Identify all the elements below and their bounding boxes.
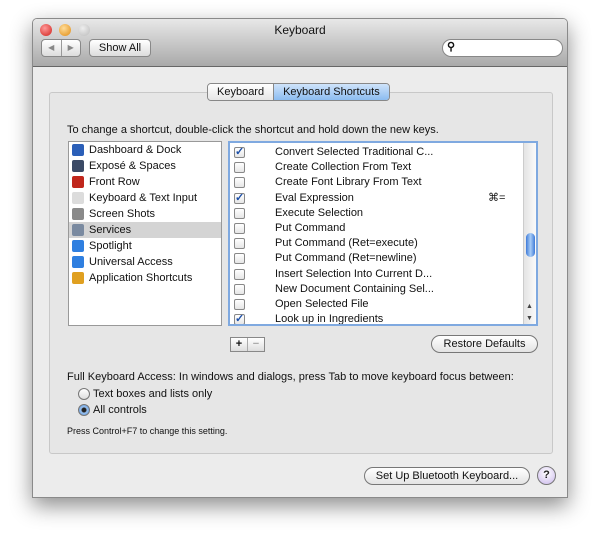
shortcuts-panel: To change a shortcut, double-click the s… xyxy=(49,92,553,454)
shortcut-row[interactable]: Put Command (Ret=execute) xyxy=(230,236,524,251)
shortcut-row[interactable]: ✓ Convert Selected Traditional C... xyxy=(230,145,524,160)
nav-buttons: ◀ ▶ xyxy=(41,39,81,57)
shortcut-label: Execute Selection xyxy=(275,206,364,219)
category-label: Screen Shots xyxy=(89,208,156,220)
radio-all-controls[interactable]: All controls xyxy=(78,404,147,417)
shortcut-label: Create Font Library From Text xyxy=(275,176,422,189)
shortcut-checkbox[interactable] xyxy=(234,253,245,265)
shortcut-list[interactable]: ✓ Convert Selected Traditional C... Create… xyxy=(228,141,538,326)
add-remove-buttons: + − xyxy=(230,337,265,352)
shortcut-row[interactable]: New Document Containing Sel... xyxy=(230,282,524,297)
shortcut-label: Eval Expression xyxy=(275,191,354,204)
search-icon: ⚲ xyxy=(447,41,456,53)
shortcut-checkbox[interactable] xyxy=(234,268,245,280)
scroll-down-arrow-icon[interactable]: ▼ xyxy=(526,315,533,322)
tab-keyboard[interactable]: Keyboard xyxy=(208,84,275,100)
remove-button[interactable]: − xyxy=(248,338,264,351)
shortcut-checkbox[interactable] xyxy=(234,238,245,250)
front-row-icon xyxy=(72,176,84,188)
shortcut-label: Put Command (Ret=newline) xyxy=(275,252,417,265)
keyboard-window: Keyboard ◀ ▶ Show All ⚲ Keyboard Keyboar… xyxy=(32,18,568,498)
help-button[interactable]: ? xyxy=(537,466,556,485)
universal-access-icon xyxy=(72,256,84,268)
fka-hint: Press Control+F7 to change this setting. xyxy=(67,426,228,436)
shortcut-label: Put Command xyxy=(275,221,346,234)
instruction-text: To change a shortcut, double-click the s… xyxy=(67,124,439,136)
shortcut-label: New Document Containing Sel... xyxy=(275,282,434,295)
app-shortcuts-icon xyxy=(72,272,84,284)
shortcut-checkbox[interactable] xyxy=(234,222,245,234)
search-field[interactable]: ⚲ xyxy=(442,39,563,57)
shortcut-key[interactable]: ⌘= xyxy=(488,191,505,206)
category-item[interactable]: Exposé & Spaces xyxy=(69,158,221,174)
category-label: Exposé & Spaces xyxy=(89,160,176,172)
add-button[interactable]: + xyxy=(231,338,248,351)
radio-label: All controls xyxy=(93,404,147,416)
category-label: Keyboard & Text Input xyxy=(89,192,198,204)
shortcut-label: Create Collection From Text xyxy=(275,161,412,174)
shortcut-label: Convert Selected Traditional C... xyxy=(275,146,434,158)
shortcut-checkbox[interactable] xyxy=(234,207,245,219)
radio-label: Text boxes and lists only xyxy=(93,388,213,400)
shortcut-row[interactable]: Create Collection From Text xyxy=(230,160,524,175)
shortcut-label: Insert Selection Into Current D... xyxy=(275,267,433,280)
scroll-up-arrow-icon[interactable]: ▲ xyxy=(526,303,533,310)
shortcut-label: Put Command (Ret=execute) xyxy=(275,237,418,250)
radio-button[interactable] xyxy=(78,404,90,417)
shortcut-row[interactable]: Create Font Library From Text xyxy=(230,175,524,190)
scrollbar[interactable]: ▲ ▼ xyxy=(523,143,536,324)
bluetooth-keyboard-button[interactable]: Set Up Bluetooth Keyboard... xyxy=(364,467,530,485)
tab-bar: Keyboard Keyboard Shortcuts xyxy=(207,83,390,101)
shortcut-checkbox[interactable]: ✓ xyxy=(234,147,245,158)
category-list[interactable]: Dashboard & Dock Exposé & Spaces Front Row… xyxy=(68,141,222,326)
category-item[interactable]: Spotlight xyxy=(69,238,221,254)
category-item[interactable]: Screen Shots xyxy=(69,206,221,222)
category-label: Spotlight xyxy=(89,240,132,252)
shortcut-row[interactable]: Put Command xyxy=(230,221,524,236)
category-item[interactable]: Dashboard & Dock xyxy=(69,142,221,158)
shortcut-checkbox[interactable]: ✓ xyxy=(234,192,245,204)
screenshot-icon xyxy=(72,208,84,220)
scrollbar-thumb[interactable] xyxy=(526,233,535,257)
tab-keyboard-shortcuts[interactable]: Keyboard Shortcuts xyxy=(274,84,389,100)
restore-defaults-button[interactable]: Restore Defaults xyxy=(431,335,538,353)
category-item[interactable]: Front Row xyxy=(69,174,221,190)
gear-icon xyxy=(72,224,84,236)
shortcut-checkbox[interactable]: ✓ xyxy=(234,314,245,324)
radio-text-boxes[interactable]: Text boxes and lists only xyxy=(78,388,213,401)
radio-button[interactable] xyxy=(78,388,90,401)
shortcut-label: Look up in Ingredients xyxy=(275,313,384,326)
shortcut-row[interactable]: ✓ Look up in Ingredients xyxy=(230,312,524,326)
category-label: Application Shortcuts xyxy=(89,272,193,284)
shortcut-row[interactable]: Put Command (Ret=newline) xyxy=(230,251,524,266)
category-label: Front Row xyxy=(89,176,140,188)
category-item[interactable]: Universal Access xyxy=(69,254,221,270)
forward-button[interactable]: ▶ xyxy=(62,40,81,56)
shortcut-checkbox[interactable] xyxy=(234,162,245,174)
expose-icon xyxy=(72,160,84,172)
fka-label: Full Keyboard Access: In windows and dia… xyxy=(67,371,514,383)
spotlight-icon xyxy=(72,240,84,252)
shortcut-label: Open Selected File xyxy=(275,297,369,310)
search-input[interactable] xyxy=(461,41,557,53)
category-label: Dashboard & Dock xyxy=(89,144,182,156)
shortcut-checkbox[interactable] xyxy=(234,283,245,295)
shortcut-row[interactable]: Insert Selection Into Current D... xyxy=(230,267,524,282)
show-all-button[interactable]: Show All xyxy=(89,39,151,57)
back-button[interactable]: ◀ xyxy=(42,40,62,56)
dashboard-icon xyxy=(72,144,84,156)
shortcut-row[interactable]: Execute Selection xyxy=(230,206,524,221)
shortcut-row[interactable]: ✓ Eval Expression ⌘= xyxy=(230,191,524,206)
shortcut-checkbox[interactable] xyxy=(234,298,245,310)
category-label: Services xyxy=(89,224,132,236)
category-item[interactable]: Application Shortcuts xyxy=(69,270,221,286)
category-item[interactable]: Keyboard & Text Input xyxy=(69,190,221,206)
shortcut-checkbox[interactable] xyxy=(234,177,245,189)
category-item[interactable]: Services xyxy=(69,222,221,238)
shortcut-row[interactable]: Open Selected File xyxy=(230,297,524,312)
toolbar: Keyboard ◀ ▶ Show All ⚲ xyxy=(33,19,567,67)
keyboard-icon xyxy=(72,192,84,204)
window-title: Keyboard xyxy=(274,23,326,37)
category-label: Universal Access xyxy=(89,256,173,268)
